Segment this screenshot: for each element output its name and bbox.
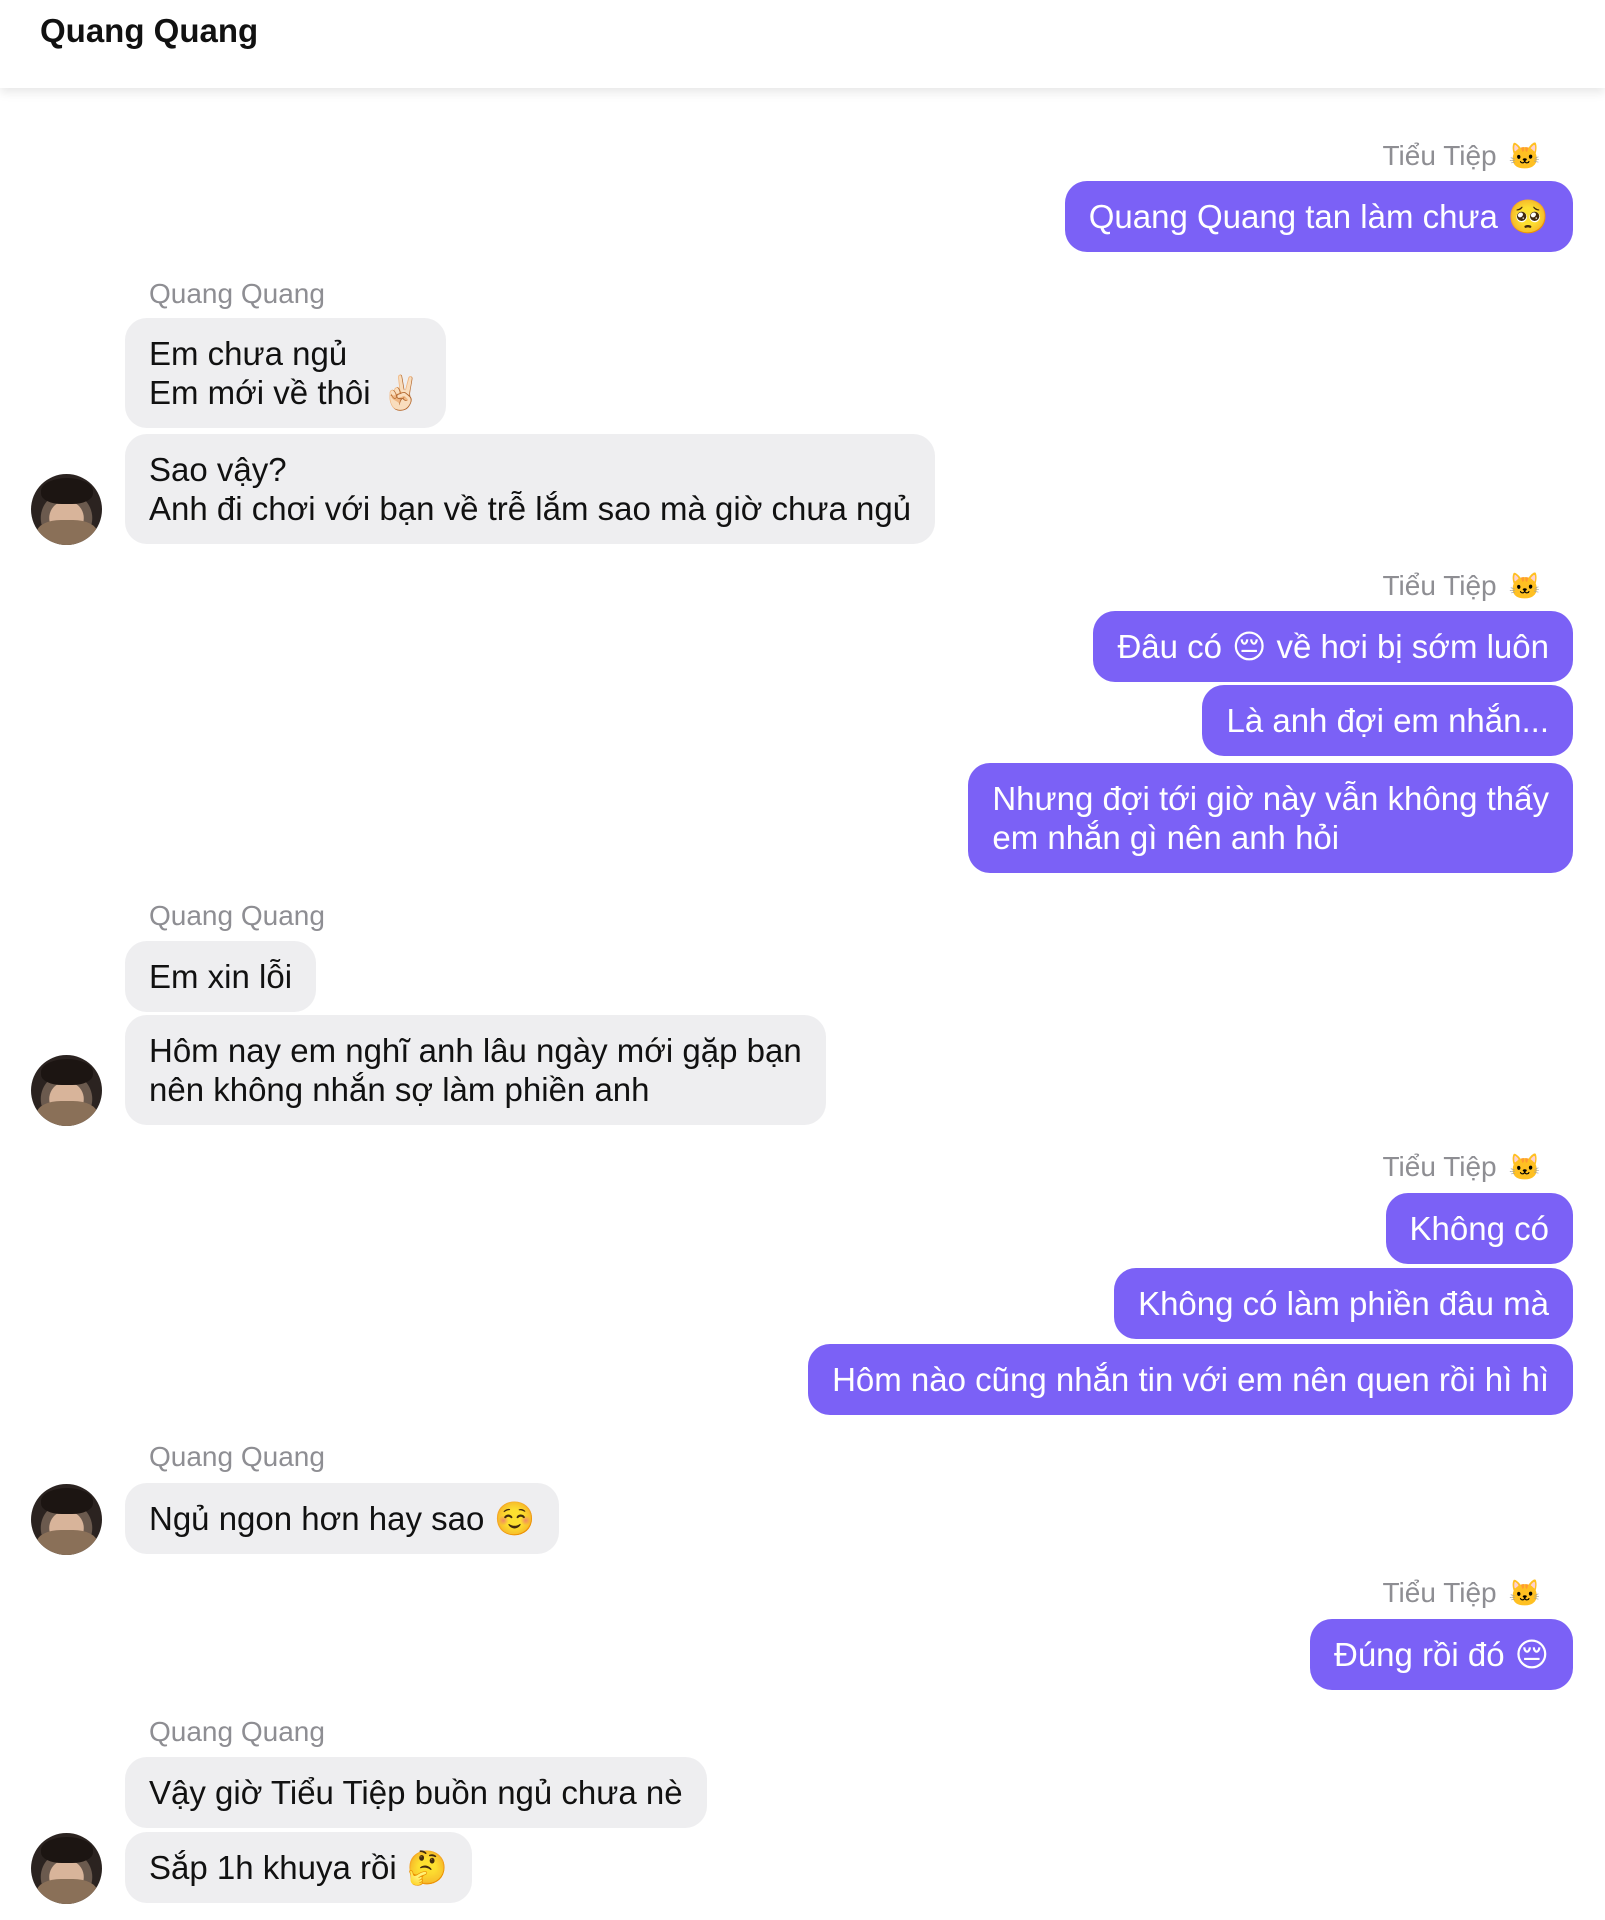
message-bubble-incoming[interactable]: Sao vậy? Anh đi chơi với bạn về trễ lắm … xyxy=(125,434,936,544)
message-bubble-incoming[interactable]: Em chưa ngủ Em mới về thôi ✌🏻 xyxy=(125,318,446,428)
chat-header: Quang Quang xyxy=(0,0,1605,88)
message-bubble-outgoing[interactable]: Quang Quang tan làm chưa 🥺 xyxy=(1064,181,1573,252)
pensive-face-emoji: 😔 xyxy=(1232,627,1267,666)
conversation-title[interactable]: Quang Quang xyxy=(40,12,258,50)
message-bubble-outgoing[interactable]: Đúng rồi đó 😔 xyxy=(1309,1619,1573,1690)
sender-label-other: Quang Quang xyxy=(149,900,325,931)
message-bubble-outgoing[interactable]: Là anh đợi em nhắn... xyxy=(1202,685,1573,756)
avatar[interactable] xyxy=(31,1055,102,1126)
message-bubble-outgoing[interactable]: Nhưng đợi tới giờ này vẫn không thấy em … xyxy=(968,763,1573,873)
message-bubble-incoming[interactable]: Ngủ ngon hơn hay sao ☺️ xyxy=(125,1483,560,1554)
cat-face-icon: 🐱 xyxy=(1508,141,1541,171)
sender-label-other: Quang Quang xyxy=(149,1716,325,1747)
avatar[interactable] xyxy=(31,1833,102,1904)
message-bubble-incoming[interactable]: Sắp 1h khuya rồi 🤔 xyxy=(125,1832,472,1903)
sender-label-me: Tiểu Tiệp 🐱 xyxy=(1382,140,1541,171)
pleading-face-emoji: 🥺 xyxy=(1507,197,1549,236)
avatar[interactable] xyxy=(31,1484,102,1555)
sender-label-other: Quang Quang xyxy=(149,278,325,309)
message-bubble-outgoing[interactable]: Không có làm phiền đâu mà xyxy=(1114,1268,1573,1339)
thinking-face-emoji: 🤔 xyxy=(406,1848,448,1887)
message-bubble-outgoing[interactable]: Hôm nào cũng nhắn tin với em nên quen rồ… xyxy=(808,1344,1573,1415)
pensive-face-emoji: 😔 xyxy=(1514,1635,1549,1674)
message-list[interactable]: Tiểu Tiệp 🐱 Quang Quang tan làm chưa 🥺 Qua… xyxy=(0,88,1605,1920)
message-bubble-incoming[interactable]: Em xin lỗi xyxy=(125,941,317,1012)
avatar[interactable] xyxy=(31,474,102,545)
message-bubble-incoming[interactable]: Hôm nay em nghĩ anh lâu ngày mới gặp bạn… xyxy=(125,1015,826,1125)
victory-hand-emoji: ✌🏻 xyxy=(380,373,422,412)
sender-label-other: Quang Quang xyxy=(149,1441,325,1472)
message-bubble-outgoing[interactable]: Không có xyxy=(1385,1193,1573,1264)
message-bubble-incoming[interactable]: Vậy giờ Tiểu Tiệp buồn ngủ chưa nè xyxy=(125,1757,707,1828)
sender-label-me: Tiểu Tiệp 🐱 xyxy=(1382,570,1541,601)
sender-label-me: Tiểu Tiệp 🐱 xyxy=(1382,1151,1541,1182)
cat-face-icon: 🐱 xyxy=(1508,1152,1541,1182)
sender-label-me: Tiểu Tiệp 🐱 xyxy=(1382,1577,1541,1608)
message-bubble-outgoing[interactable]: Đâu có 😔 về hơi bị sớm luôn xyxy=(1093,611,1573,682)
cat-face-icon: 🐱 xyxy=(1508,1578,1541,1608)
cat-face-icon: 🐱 xyxy=(1508,571,1541,601)
smiling-face-emoji: ☺️ xyxy=(494,1499,536,1538)
